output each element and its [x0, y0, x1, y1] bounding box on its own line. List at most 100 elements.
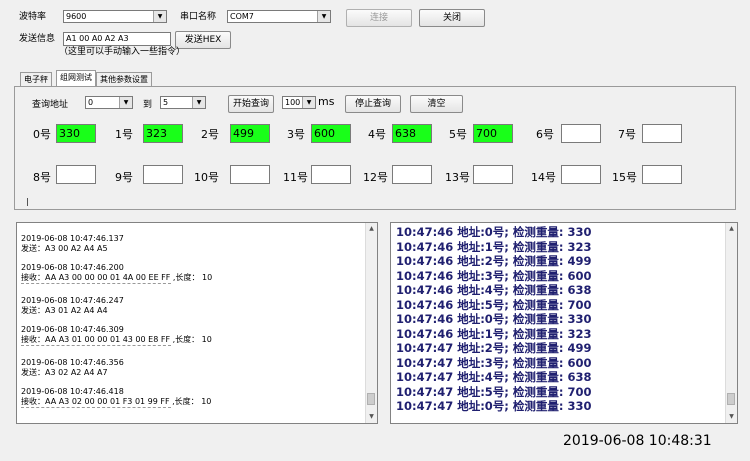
slot-value-box[interactable]: 700 — [473, 124, 513, 143]
scroll-down-icon[interactable]: ▼ — [366, 411, 377, 423]
log-line: 10:47:46 地址:0号; 检测重量: 330 — [396, 312, 592, 326]
slot-label: 10号 — [194, 171, 219, 184]
log-entry: 2019-06-08 10:47:46.200 接收：AA A3 00 00 0… — [21, 263, 361, 284]
baud-value: 9600 — [66, 12, 87, 21]
slot-label: 13号 — [445, 171, 470, 184]
log-line: 10:47:47 地址:2号; 检测重量: 499 — [396, 341, 592, 355]
interval-value: 100 — [285, 98, 301, 107]
slot-value-box[interactable] — [392, 165, 432, 184]
log-separator — [21, 283, 171, 284]
baud-select[interactable]: 9600 ▼ — [63, 10, 167, 23]
slot-label: 2号 — [201, 128, 219, 141]
slot-value-box[interactable] — [561, 165, 601, 184]
log-entry: 2019-06-08 10:47:46.137 发送：A3 00 A2 A4 A… — [21, 234, 361, 254]
start-query-button[interactable]: 开始查询 — [228, 95, 274, 113]
scroll-up-icon[interactable]: ▲ — [726, 223, 737, 235]
log-text: 接收：AA A3 01 00 00 01 43 00 E8 FF ,长度： 10 — [21, 335, 212, 344]
log-line: 10:47:46 地址:2号; 检测重量: 499 — [396, 254, 592, 268]
slot-value-box[interactable] — [56, 165, 96, 184]
scroll-thumb[interactable] — [727, 393, 735, 405]
chevron-down-icon[interactable]: ▼ — [302, 97, 315, 108]
slot-label: 8号 — [33, 171, 51, 184]
slot-value-box[interactable] — [561, 124, 601, 143]
log-line: 10:47:46 地址:5号; 检测重量: 700 — [396, 297, 592, 312]
log-entry: 2019-06-08 10:47:46.247 发送：A3 01 A2 A4 A… — [21, 296, 361, 316]
tab-network-test[interactable]: 组网测试 — [56, 70, 96, 86]
slot-value-box[interactable] — [642, 124, 682, 143]
log-entry: 2019-06-08 10:47:46.356 发送：A3 02 A2 A4 A… — [21, 358, 361, 378]
slot-value-box[interactable] — [143, 165, 183, 184]
log-entry: 2019-06-08 10:47:46.418 接收：AA A3 02 00 0… — [21, 387, 361, 408]
log-separator — [21, 345, 171, 346]
slot-label: 3号 — [287, 128, 305, 141]
to-select[interactable]: 5 ▼ — [160, 96, 206, 109]
log-line: 10:47:46 地址:1号; 检测重量: 323 — [396, 326, 592, 341]
log-line: 10:47:47 地址:4号; 检测重量: 638 — [396, 370, 592, 384]
chevron-down-icon[interactable]: ▼ — [317, 11, 330, 22]
send-label: 发送信息 — [19, 34, 56, 44]
slot-label: 1号 — [115, 128, 133, 141]
from-value: 0 — [88, 98, 94, 107]
chevron-down-icon[interactable]: ▼ — [192, 97, 205, 108]
log-text: 接收：AA A3 00 00 00 01 4A 00 EE FF ,长度： 10 — [21, 273, 213, 282]
send-input[interactable]: A1 00 A0 A2 A3 — [63, 32, 171, 46]
unit-label: ms — [318, 95, 335, 108]
slot-value-box[interactable] — [311, 165, 351, 184]
log-line: 10:47:47 地址:5号; 检测重量: 700 — [396, 384, 592, 399]
slot-label: 14号 — [531, 171, 556, 184]
slot-label: 6号 — [536, 128, 554, 141]
log-line: 10:47:46 地址:0号; 检测重量: 330 — [396, 225, 592, 239]
log-line: 10:47:46 地址:3号; 检测重量: 600 — [396, 268, 592, 283]
slot-label: 5号 — [449, 128, 467, 141]
chevron-down-icon[interactable]: ▼ — [119, 97, 132, 108]
slot-label: 4号 — [368, 128, 386, 141]
slot-value-box[interactable]: 330 — [56, 124, 96, 143]
close-button[interactable]: 关闭 — [419, 9, 485, 27]
slot-value-box[interactable]: 638 — [392, 124, 432, 143]
weight-log-scrollbar[interactable]: ▲ ▼ — [725, 223, 737, 423]
log-line: 10:47:46 地址:4号; 检测重量: 638 — [396, 283, 592, 297]
log-time: 2019-06-08 10:47:46.137 — [21, 234, 124, 243]
chevron-down-icon[interactable]: ▼ — [153, 11, 166, 22]
baud-label: 波特率 — [19, 12, 47, 22]
log-time: 2019-06-08 10:47:46.309 — [21, 325, 124, 334]
weight-log-content: 10:47:46 地址:0号; 检测重量: 330 10:47:46 地址:1号… — [396, 225, 592, 414]
slot-value-box[interactable] — [230, 165, 270, 184]
log-separator — [21, 407, 171, 408]
raw-log-scrollbar[interactable]: ▲ ▼ — [365, 223, 377, 423]
scroll-up-icon[interactable]: ▲ — [366, 223, 377, 235]
slot-value-box[interactable]: 323 — [143, 124, 183, 143]
port-label: 串口名称 — [180, 12, 217, 22]
query-addr-label: 查询地址 — [32, 100, 69, 110]
raw-log-pane[interactable]: 2019-06-08 10:47:46.137 发送：A3 00 A2 A4 A… — [16, 222, 378, 424]
slot-label: 0号 — [33, 128, 51, 141]
log-time: 2019-06-08 10:47:46.247 — [21, 296, 124, 305]
scroll-thumb[interactable] — [367, 393, 375, 405]
log-text: 发送：A3 02 A2 A4 A7 — [21, 368, 108, 377]
interval-select[interactable]: 100 ▼ — [282, 96, 316, 109]
slot-value-box[interactable] — [642, 165, 682, 184]
slot-value-box[interactable]: 600 — [311, 124, 351, 143]
port-select[interactable]: COM7 ▼ — [227, 10, 331, 23]
hint-text: （这里可以手动输入一些指令） — [59, 47, 186, 57]
weight-log-pane[interactable]: 10:47:46 地址:0号; 检测重量: 330 10:47:46 地址:1号… — [390, 222, 738, 424]
slot-value-box[interactable] — [473, 165, 513, 184]
slot-label: 9号 — [115, 171, 133, 184]
log-time: 2019-06-08 10:47:46.418 — [21, 387, 124, 396]
connect-button[interactable]: 连接 — [346, 9, 412, 27]
tab-scale[interactable]: 电子秤 — [20, 72, 52, 86]
raw-log-content: 2019-06-08 10:47:46.137 发送：A3 00 A2 A4 A… — [21, 234, 361, 410]
stop-query-button[interactable]: 停止查询 — [345, 95, 401, 113]
clear-button[interactable]: 清空 — [410, 95, 463, 113]
from-select[interactable]: 0 ▼ — [85, 96, 133, 109]
tab-other-settings[interactable]: 其他参数设置 — [96, 72, 152, 86]
slot-label: 12号 — [363, 171, 388, 184]
scroll-down-icon[interactable]: ▼ — [726, 411, 737, 423]
status-datetime: 2019-06-08 10:48:31 — [563, 433, 712, 449]
log-text: 接收：AA A3 02 00 00 01 F3 01 99 FF ,长度： 10 — [21, 397, 212, 406]
to-label: 到 — [143, 100, 153, 110]
log-text: 发送：A3 01 A2 A4 A4 — [21, 306, 108, 315]
slot-value-box[interactable]: 499 — [230, 124, 270, 143]
log-time: 2019-06-08 10:47:46.356 — [21, 358, 124, 367]
log-line: 10:47:46 地址:1号; 检测重量: 323 — [396, 239, 592, 254]
